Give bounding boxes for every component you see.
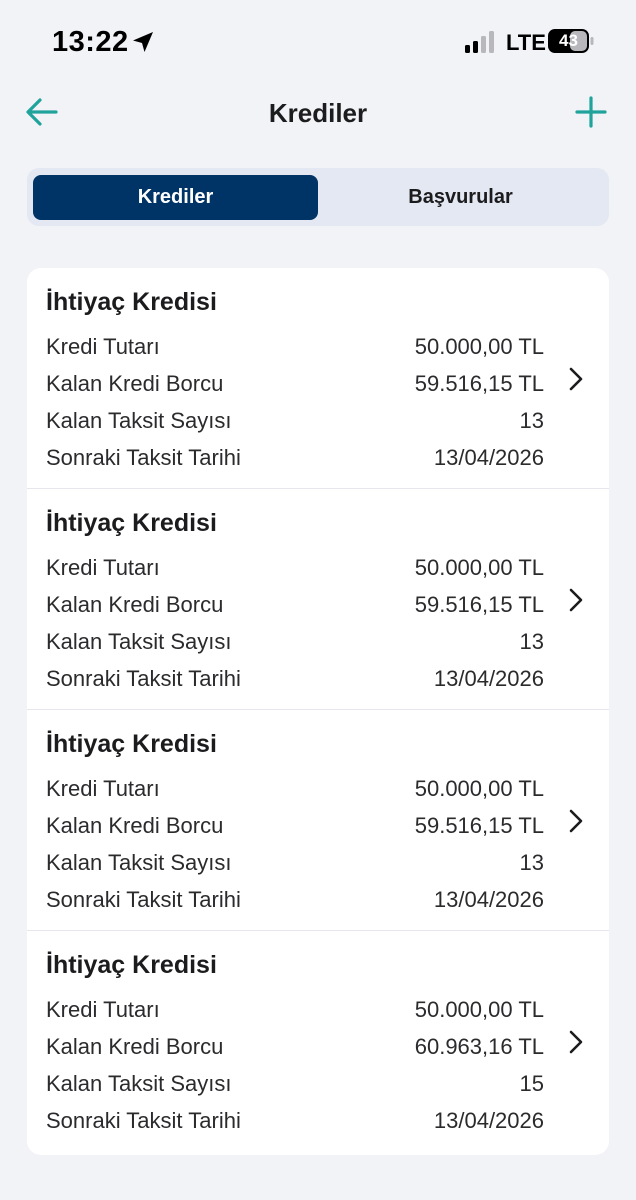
- loan-card[interactable]: İhtiyaç Kredisi Kredi Tutarı 50.000,00 T…: [27, 489, 609, 710]
- row-value: 13: [519, 850, 544, 875]
- row-label: Kredi Tutarı: [46, 997, 160, 1022]
- segmented-control: Krediler Başvurular: [27, 168, 609, 226]
- row-value: 13: [519, 408, 544, 433]
- row-value: 60.963,16 TL: [414, 1034, 544, 1059]
- loan-row: Sonraki Taksit Tarihi 13/04/2026: [46, 1106, 544, 1136]
- loan-row: Kredi Tutarı 50.000,00 TL: [46, 774, 544, 804]
- tab-krediler[interactable]: Krediler: [33, 175, 318, 220]
- battery-level: 43: [559, 31, 578, 50]
- row-value: 13/04/2026: [433, 666, 544, 691]
- tab-basvurular[interactable]: Başvurular: [318, 175, 603, 220]
- loan-card[interactable]: İhtiyaç Kredisi Kredi Tutarı 50.000,00 T…: [27, 710, 609, 931]
- chevron-right-icon: [569, 809, 583, 833]
- network-type: LTE: [506, 30, 546, 55]
- loan-row: Kredi Tutarı 50.000,00 TL: [46, 332, 544, 362]
- row-label: Kalan Kredi Borcu: [46, 371, 224, 396]
- navigation-bar: Krediler: [0, 86, 636, 146]
- chevron-right-icon: [569, 367, 583, 391]
- row-value: 50.000,00 TL: [414, 776, 544, 801]
- loan-row: Kalan Kredi Borcu 59.516,15 TL: [46, 811, 544, 841]
- status-time: 13:22: [52, 26, 129, 58]
- chevron-right-icon: [569, 1030, 583, 1054]
- loan-title: İhtiyaç Kredisi: [46, 951, 217, 979]
- loan-row: Kalan Kredi Borcu 60.963,16 TL: [46, 1032, 544, 1062]
- row-value: 50.000,00 TL: [414, 997, 544, 1022]
- row-label: Kalan Taksit Sayısı: [46, 850, 232, 875]
- loan-title: İhtiyaç Kredisi: [46, 509, 217, 537]
- row-label: Kalan Taksit Sayısı: [46, 1071, 232, 1096]
- loan-row: Kalan Taksit Sayısı 13: [46, 406, 544, 436]
- row-value: 59.516,15 TL: [414, 813, 544, 838]
- row-label: Kalan Kredi Borcu: [46, 592, 224, 617]
- loan-title: İhtiyaç Kredisi: [46, 288, 217, 316]
- loan-row: Sonraki Taksit Tarihi 13/04/2026: [46, 664, 544, 694]
- loan-row: Sonraki Taksit Tarihi 13/04/2026: [46, 443, 544, 473]
- location-arrow-icon: [133, 32, 153, 52]
- row-value: 50.000,00 TL: [414, 334, 544, 359]
- page-title: Krediler: [268, 98, 368, 128]
- loan-row: Kalan Kredi Borcu 59.516,15 TL: [46, 590, 544, 620]
- loan-row: Kredi Tutarı 50.000,00 TL: [46, 553, 544, 583]
- row-value: 13: [519, 629, 544, 654]
- plus-icon[interactable]: [574, 94, 608, 130]
- loan-card[interactable]: İhtiyaç Kredisi Kredi Tutarı 50.000,00 T…: [27, 931, 609, 1155]
- cellular-signal-icon: [465, 31, 494, 53]
- row-value: 13/04/2026: [433, 445, 544, 470]
- row-value: 15: [519, 1071, 544, 1096]
- status-bar: 13:22 LTE 43: [0, 0, 636, 86]
- row-label: Kredi Tutarı: [46, 555, 160, 580]
- row-label: Sonraki Taksit Tarihi: [46, 445, 241, 470]
- row-label: Sonraki Taksit Tarihi: [46, 887, 241, 912]
- loan-row: Kalan Taksit Sayısı 15: [46, 1069, 544, 1099]
- row-value: 50.000,00 TL: [414, 555, 544, 580]
- row-value: 59.516,15 TL: [414, 371, 544, 396]
- loan-card[interactable]: İhtiyaç Kredisi Kredi Tutarı 50.000,00 T…: [27, 268, 609, 489]
- row-label: Kredi Tutarı: [46, 776, 160, 801]
- loan-row: Kredi Tutarı 50.000,00 TL: [46, 995, 544, 1025]
- battery-icon: 43: [548, 29, 594, 53]
- row-label: Kalan Taksit Sayısı: [46, 629, 232, 654]
- row-value: 59.516,15 TL: [414, 592, 544, 617]
- row-label: Kalan Taksit Sayısı: [46, 408, 232, 433]
- row-label: Kalan Kredi Borcu: [46, 813, 224, 838]
- chevron-right-icon: [569, 588, 583, 612]
- row-label: Kredi Tutarı: [46, 334, 160, 359]
- loan-title: İhtiyaç Kredisi: [46, 730, 217, 758]
- row-label: Sonraki Taksit Tarihi: [46, 1108, 241, 1133]
- row-value: 13/04/2026: [433, 1108, 544, 1133]
- loan-row: Sonraki Taksit Tarihi 13/04/2026: [46, 885, 544, 915]
- loan-row: Kalan Taksit Sayısı 13: [46, 848, 544, 878]
- row-label: Sonraki Taksit Tarihi: [46, 666, 241, 691]
- row-value: 13/04/2026: [433, 887, 544, 912]
- loan-row: Kalan Taksit Sayısı 13: [46, 627, 544, 657]
- loan-list: İhtiyaç Kredisi Kredi Tutarı 50.000,00 T…: [27, 268, 609, 1155]
- loan-row: Kalan Kredi Borcu 59.516,15 TL: [46, 369, 544, 399]
- row-label: Kalan Kredi Borcu: [46, 1034, 224, 1059]
